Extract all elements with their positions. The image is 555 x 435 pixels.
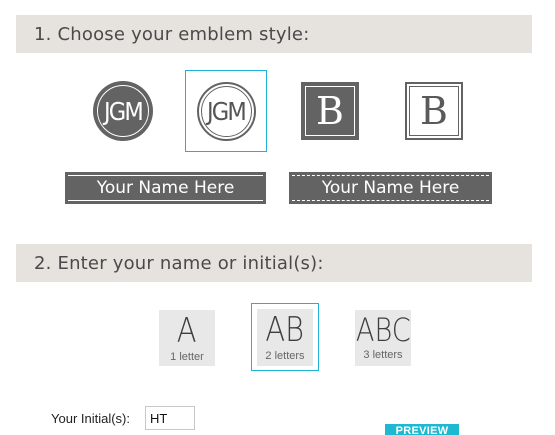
section-title: 2. Enter your name or initial(s): [34,252,324,274]
initials-label: Your Initial(s): [51,411,130,426]
monogram-text: JGM [103,96,144,126]
preview-button[interactable]: PREVIEW [385,424,459,435]
emblem-banner-solid[interactable]: Your Name Here [65,172,266,204]
banner-text: Your Name Here [96,178,235,198]
initials-input[interactable] [145,406,195,430]
letter-option-3[interactable]: ABC 3 letters [355,310,411,366]
letter-glyph: A [177,311,197,351]
emblem-banner-dashed[interactable]: Your Name Here [289,172,492,204]
letter-option-1[interactable]: A 1 letter [159,310,215,366]
monogram-text: JGM [206,96,247,126]
emblem-square-outline[interactable]: B [405,82,463,140]
letter-glyph: AB [265,310,305,350]
square-letter: B [316,89,344,133]
banner-text: Your Name Here [321,178,460,198]
letter-caption: 2 letters [265,350,305,362]
emblem-circle-outline[interactable]: JGM [185,70,267,152]
letter-option-2[interactable]: AB 2 letters [257,309,313,366]
section-header-name-initials: 2. Enter your name or initial(s): [16,244,532,282]
letter-glyph: ABC [355,311,411,349]
letter-caption: 1 letter [170,351,204,363]
square-letter: B [420,89,448,133]
section-header-emblem-style: 1. Choose your emblem style: [16,15,532,53]
emblem-circle-filled[interactable]: JGM [93,81,153,141]
section-title: 1. Choose your emblem style: [34,23,310,45]
letter-caption: 3 letters [363,349,403,361]
emblem-square-filled[interactable]: B [301,82,359,140]
